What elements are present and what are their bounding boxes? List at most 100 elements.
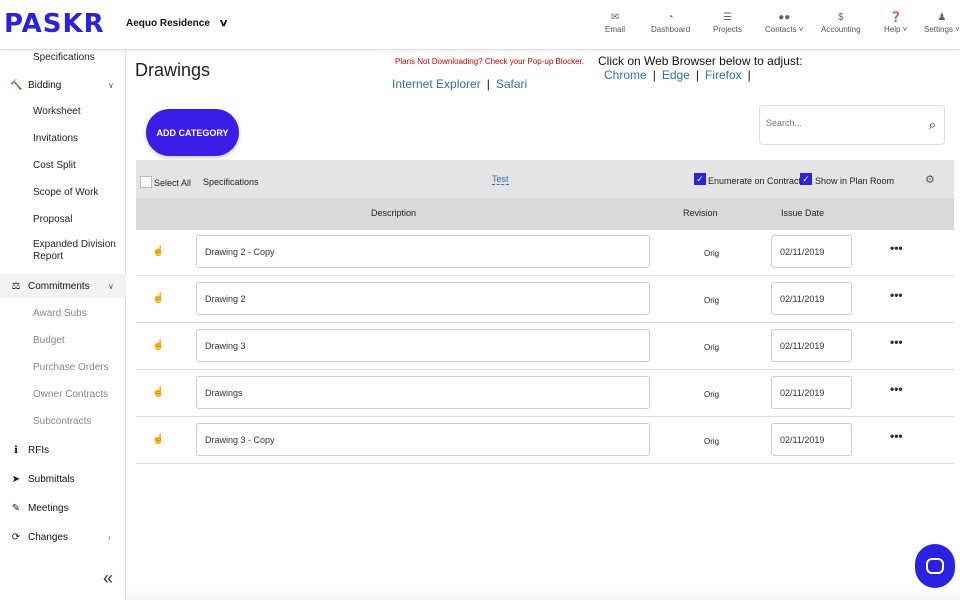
enumerate-checkbox[interactable]: ✓ [694,173,706,185]
popup-notice: Plans Not Downloading? Check your Pop-up… [395,57,584,66]
sidebar-item-scope-of-work[interactable]: Scope of Work [0,185,126,201]
nav-dashboard[interactable]: ◔ Dashboard [651,11,690,34]
revision-value: Orig [704,437,720,446]
col-revision: Revision [683,208,718,218]
sidebar-item-submittals[interactable]: ➤ Submittals [0,469,126,489]
sidebar-item-rfis[interactable]: ℹ RFIs [0,440,126,460]
select-all-label: Select All [154,178,192,188]
issue-date-field[interactable]: 02/11/2019 [771,282,852,315]
table-row: ☝ Drawing 3 - Copy Orig 02/11/2019 ••• [136,417,954,464]
sidebar-item-budget[interactable]: Budget [0,333,126,349]
col-issue-date: Issue Date [781,208,825,218]
drag-handle-icon[interactable]: ☝ [152,387,164,398]
table-row: ☝ Drawing 3 Orig 02/11/2019 ••• [136,323,954,370]
nav-settings[interactable]: ♟ Settings ˅ [924,11,960,34]
sidebar-item-meetings[interactable]: ✎ Meetings [0,498,126,518]
drag-handle-icon[interactable]: ☝ [152,434,164,445]
sidebar-item-changes[interactable]: ⟳ Changes › [0,527,126,547]
collapse-sidebar-icon[interactable]: « [103,568,113,589]
category-name: Specifications [203,177,259,187]
sidebar: Specifications 🔨 Bidding ∨ Worksheet Inv… [0,50,126,600]
browser-link-firefox[interactable]: Firefox [705,68,742,82]
more-options-icon[interactable]: ••• [890,241,903,255]
issue-date-field[interactable]: 02/11/2019 [771,376,852,409]
table-header: Description Revision Issue Date [136,198,954,230]
browser-links-line1: Click on Web Browser below to adjust: Ch… [598,54,803,82]
description-field[interactable]: Drawing 2 - Copy [196,235,650,268]
browser-link-chrome[interactable]: Chrome [604,68,647,82]
sidebar-section-bidding[interactable]: 🔨 Bidding ∨ [0,75,126,95]
gears-icon[interactable]: ⚙ [925,173,935,186]
table-row: ☝ Drawing 2 Orig 02/11/2019 ••• [136,276,954,323]
enumerate-label: Enumerate on Contracts [708,176,806,186]
app-logo[interactable]: PASKR [4,9,105,39]
issue-date-field[interactable]: 02/11/2019 [771,235,852,268]
table-row: ☝ Drawings Orig 02/11/2019 ••• [136,370,954,417]
send-icon: ➤ [11,473,21,485]
description-field[interactable]: Drawings [196,376,650,409]
chevron-down-icon: ∨ [108,80,114,90]
chevron-down-icon: ∨ [108,281,114,291]
browser-link-ie[interactable]: Internet Explorer [392,77,481,91]
search-icon[interactable]: ⌕ [929,117,936,133]
gavel-icon: 🔨 [10,79,23,91]
table-row: ☝ Drawing 2 - Copy Orig 02/11/2019 ••• [136,229,954,276]
nav-email[interactable]: ✉ Email [605,11,625,34]
nav-accounting[interactable]: $ Accounting [821,11,861,34]
description-field[interactable]: Drawing 3 - Copy [196,423,650,456]
sidebar-item-proposal[interactable]: Proposal [0,212,126,228]
description-field[interactable]: Drawing 3 [196,329,650,362]
revision-value: Orig [704,249,720,258]
chevron-down-icon: ∨ [218,18,229,29]
sidebar-item-specifications[interactable]: Specifications [0,50,126,66]
nav-contacts[interactable]: ●● Contacts ˅ [765,11,803,34]
sidebar-item-owner-contracts[interactable]: Owner Contracts [0,387,126,403]
drag-handle-icon[interactable]: ☝ [152,340,164,351]
col-description: Description [371,208,417,218]
edit-icon: ✎ [11,502,21,514]
dashboard-icon: ◔ [667,12,674,23]
top-bar: PASKR Aequo Residence ∨ ✉ Email ◔ Dashboar… [0,0,960,50]
sidebar-item-subcontracts[interactable]: Subcontracts [0,414,126,430]
revision-value: Orig [704,390,720,399]
sidebar-item-purchase-orders[interactable]: Purchase Orders [0,360,126,376]
more-options-icon[interactable]: ••• [890,335,903,349]
chat-icon [926,558,944,574]
scale-icon: ⚖ [11,280,21,292]
browser-link-safari[interactable]: Safari [496,77,527,91]
browser-links-line2: Internet Explorer | Safari [392,77,528,91]
select-all-checkbox[interactable] [140,176,152,188]
more-options-icon[interactable]: ••• [890,382,903,396]
plan-room-label: Show in Plan Room [815,176,895,186]
revision-value: Orig [704,296,720,305]
search-input[interactable] [766,118,916,128]
sidebar-section-commitments[interactable]: ⚖ Commitments ∨ [0,274,126,298]
search-box: ⌕ [759,105,945,145]
drag-handle-icon[interactable]: ☝ [152,246,164,257]
drag-handle-icon[interactable]: ☝ [152,293,164,304]
nav-projects[interactable]: ☰ Projects [713,11,742,34]
chevron-right-icon: › [108,532,111,542]
issue-date-field[interactable]: 02/11/2019 [771,423,852,456]
more-options-icon[interactable]: ••• [890,429,903,443]
sidebar-item-expanded-division-report[interactable]: Expanded Division Report [0,239,126,265]
sidebar-item-award-subs[interactable]: Award Subs [0,306,126,322]
issue-date-field[interactable]: 02/11/2019 [771,329,852,362]
test-link[interactable]: Test [492,174,509,185]
browser-prompt: Click on Web Browser below to adjust: [598,54,803,68]
more-options-icon[interactable]: ••• [890,288,903,302]
nav-help[interactable]: ❓ Help ˅ [884,11,907,34]
refresh-icon: ⟳ [11,531,21,543]
chat-button[interactable] [915,544,955,588]
plan-room-checkbox[interactable]: ✓ [800,173,812,185]
sidebar-item-invitations[interactable]: Invitations [0,131,126,147]
info-icon: ℹ [14,444,18,456]
sidebar-item-worksheet[interactable]: Worksheet [0,104,126,120]
sidebar-item-cost-split[interactable]: Cost Split [0,158,126,174]
category-toolbar: Select All Specifications Test ✓ Enumera… [136,160,954,198]
browser-link-edge[interactable]: Edge [662,68,690,82]
help-icon: ❓ [889,12,902,23]
description-field[interactable]: Drawing 2 [196,282,650,315]
add-category-button[interactable]: ADD CATEGORY [146,109,239,156]
project-selector[interactable]: Aequo Residence ∨ [126,18,229,29]
